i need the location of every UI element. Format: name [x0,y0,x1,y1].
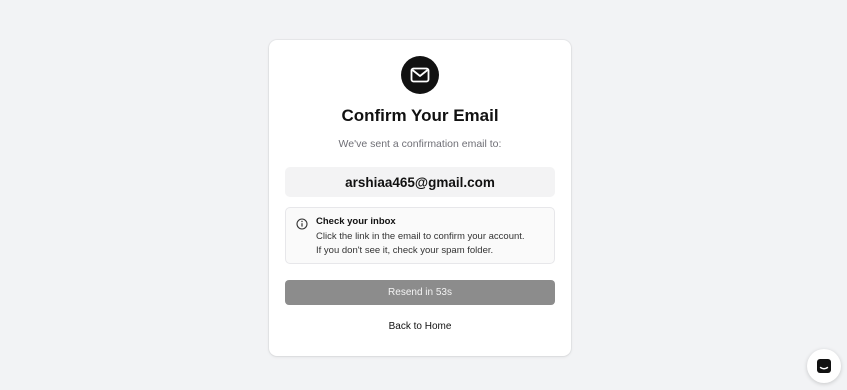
notice-title: Check your inbox [316,216,396,227]
confirm-email-card: Confirm Your Email We've sent a confirma… [269,40,571,356]
resend-button[interactable]: Resend in 53s [285,280,555,305]
inbox-notice: Check your inbox Click the link in the e… [285,207,555,264]
chat-icon [817,359,831,373]
confirmation-subtitle: We've sent a confirmation email to: [338,138,502,150]
notice-line: If you don't see it, check your spam fol… [316,245,494,256]
mail-icon [401,56,439,94]
notice-line: Click the link in the email to confirm y… [316,231,525,242]
email-address: arshiaa465@gmail.com [285,167,555,197]
info-icon [296,218,308,230]
back-to-home-link[interactable]: Back to Home [269,321,571,332]
chat-launcher-button[interactable] [807,349,841,383]
page-title: Confirm Your Email [341,106,499,125]
